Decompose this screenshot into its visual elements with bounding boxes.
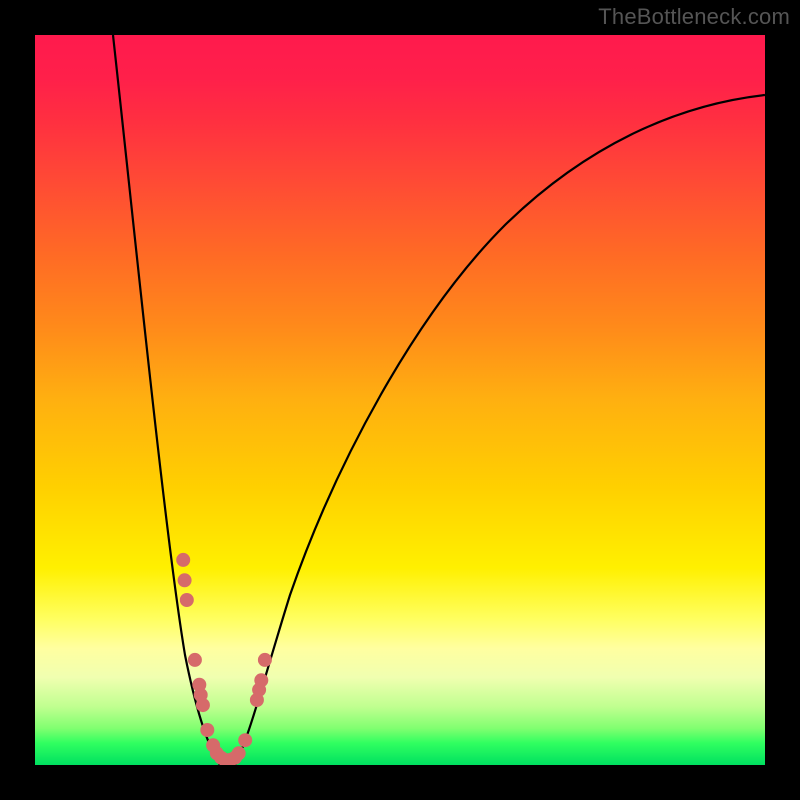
plot-area	[35, 35, 765, 765]
data-point	[188, 653, 202, 667]
watermark-text: TheBottleneck.com	[598, 4, 790, 30]
data-point	[258, 653, 272, 667]
data-point	[176, 553, 190, 567]
data-point	[196, 698, 210, 712]
data-point	[200, 723, 214, 737]
marker-group	[176, 553, 272, 765]
curve-layer	[35, 35, 765, 765]
data-point	[180, 593, 194, 607]
data-point	[254, 673, 268, 687]
curve-left	[113, 35, 220, 765]
data-point	[178, 573, 192, 587]
chart-container: TheBottleneck.com	[0, 0, 800, 800]
data-point	[238, 733, 252, 747]
curve-right	[235, 95, 765, 765]
data-point	[232, 746, 246, 760]
